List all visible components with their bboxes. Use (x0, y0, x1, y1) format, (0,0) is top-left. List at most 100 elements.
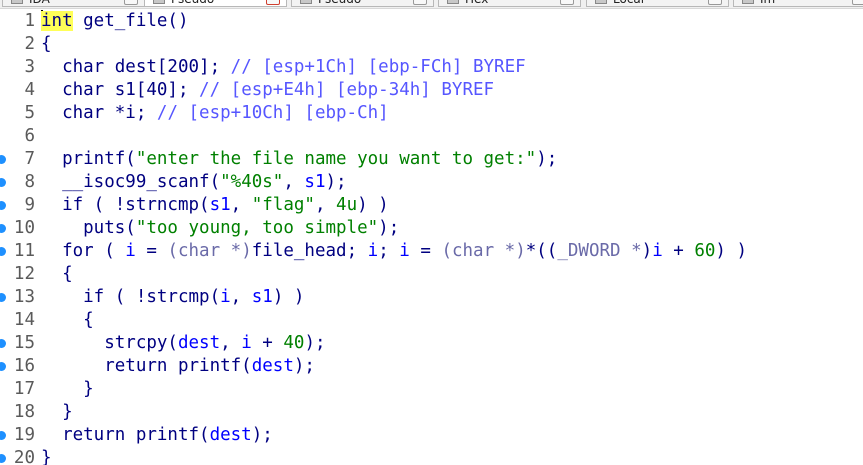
code-text[interactable]: char s1[40]; // [esp+E4h] [ebp-34h] BYRE… (41, 79, 494, 102)
code-text[interactable]: { (41, 309, 94, 332)
code-text[interactable]: strcpy(dest, i + 40); (41, 332, 326, 355)
code-line[interactable]: 8 __isoc99_scanf("%40s", s1); (0, 171, 863, 194)
code-text[interactable]: for ( i = (char *)file_head; i; i = (cha… (41, 240, 747, 263)
close-tab-button[interactable] (124, 0, 138, 5)
code-line[interactable]: 13 if ( !strcmp(i, s1) ) (0, 286, 863, 309)
code-text[interactable]: __isoc99_scanf("%40s", s1); (41, 171, 347, 194)
code-token: + (662, 241, 695, 261)
code-text[interactable]: return printf(dest); (41, 355, 315, 378)
type-cast: (char *) (167, 241, 252, 261)
pseudocode-editor[interactable]: 1 int get_file() 2{3 char dest[200]; // [e… (0, 8, 863, 465)
pseudocode-icon (300, 0, 312, 4)
code-line[interactable]: 19 return printf(dest); (0, 424, 863, 447)
code-line[interactable]: 3 char dest[200]; // [esp+1Ch] [ebp-FCh]… (0, 56, 863, 79)
code-line[interactable]: 7 printf("enter the file name you want t… (0, 148, 863, 171)
line-number: 15 (13, 333, 35, 353)
code-token: ); (536, 149, 558, 169)
highlighted-keyword: int (41, 11, 73, 31)
line-number: 4 (24, 80, 35, 100)
local-variable: s1 (304, 172, 326, 192)
string-literal: "flag" (251, 195, 315, 215)
string-literal: "too young, too simple" (135, 218, 379, 238)
code-text[interactable]: char dest[200]; // [esp+1Ch] [ebp-FCh] B… (41, 56, 526, 79)
tab-hex-3[interactable]: Hex (438, 0, 581, 7)
code-line[interactable]: 18 } (0, 401, 863, 424)
local-variable: i (367, 241, 379, 261)
code-line[interactable]: 16 return printf(dest); (0, 355, 863, 378)
code-token: return printf( (41, 425, 210, 445)
code-line[interactable]: 4 char s1[40]; // [esp+E4h] [ebp-34h] BY… (0, 79, 863, 102)
local-variable: i (241, 333, 252, 353)
code-token: puts( (41, 218, 136, 238)
code-token: char *i; (41, 103, 157, 123)
code-line[interactable]: 10 puts("too young, too simple"); (0, 217, 863, 240)
line-number: 3 (24, 57, 35, 77)
code-line[interactable]: 20} (0, 447, 863, 465)
close-tab-button[interactable] (413, 0, 427, 5)
close-tab-button[interactable] (560, 0, 574, 5)
code-text[interactable]: int get_file() (41, 10, 189, 33)
tab-ida-0[interactable]: IDA (2, 0, 145, 7)
code-token: ); (378, 218, 400, 238)
tab-label: Im (760, 0, 775, 6)
local-variable: s1 (209, 195, 231, 215)
code-text[interactable]: char *i; // [esp+10Ch] [ebp-Ch] (41, 102, 389, 125)
code-text[interactable]: { (41, 263, 73, 286)
string-literal: "enter the file name you want to get:" (135, 149, 537, 169)
type-cast: _DWORD * (557, 241, 642, 261)
code-line[interactable]: 15 strcpy(dest, i + 40); (0, 332, 863, 355)
code-text[interactable]: puts("too young, too simple"); (41, 217, 399, 240)
code-line[interactable]: 2{ (0, 33, 863, 56)
code-token: char dest[200]; (41, 57, 231, 77)
code-text[interactable]: } (41, 447, 52, 465)
line-number: 12 (13, 264, 35, 284)
tab-pseudo-2[interactable]: Pseudo (291, 0, 434, 7)
code-text[interactable]: } (41, 378, 94, 401)
code-token: get_file() (72, 11, 189, 31)
tab-local-4[interactable]: Local (586, 0, 729, 7)
tab-label: Pseudo (318, 0, 361, 6)
line-number: 2 (24, 34, 35, 54)
code-line[interactable]: 9 if ( !strncmp(s1, "flag", 4u) ) (0, 194, 863, 217)
close-tab-button[interactable] (852, 0, 863, 5)
code-text[interactable]: { (41, 33, 52, 56)
code-token: ); (251, 425, 273, 445)
code-line[interactable]: 5 char *i; // [esp+10Ch] [ebp-Ch] (0, 102, 863, 125)
line-number: 7 (24, 149, 35, 169)
local-variable: i (399, 241, 410, 261)
type-cast: (char *) (441, 241, 526, 261)
code-token: , (220, 333, 242, 353)
local-variable: dest (177, 333, 221, 353)
code-token: if ( !strncmp( (41, 195, 210, 215)
code-token: ); (304, 333, 326, 353)
code-text[interactable]: } (41, 401, 73, 424)
numeric-literal: 40 (283, 333, 305, 353)
code-line[interactable]: 11 for ( i = (char *)file_head; i; i = (… (0, 240, 863, 263)
close-tab-button[interactable] (708, 0, 722, 5)
code-line[interactable]: 6 (0, 125, 863, 148)
line-number: 1 (24, 11, 35, 31)
code-token: ); (293, 356, 315, 376)
tab-im-5[interactable]: Im (733, 0, 863, 7)
local-variable: s1 (251, 287, 273, 307)
code-token: return printf( (41, 356, 252, 376)
code-text[interactable]: return printf(dest); (41, 424, 273, 447)
code-line[interactable]: 14 { (0, 309, 863, 332)
close-tab-button[interactable] (266, 0, 280, 5)
code-comment: // [esp+E4h] [ebp-34h] BYREF (199, 80, 495, 100)
code-line[interactable]: 1 int get_file() (0, 10, 863, 33)
numeric-literal: 60 (694, 241, 716, 261)
code-line[interactable]: 17 } (0, 378, 863, 401)
code-token: = (135, 241, 168, 261)
code-text[interactable]: printf("enter the file name you want to … (41, 148, 557, 171)
code-token: { (41, 34, 52, 54)
line-number: 18 (13, 402, 35, 422)
local-variable: dest (251, 356, 294, 376)
code-text[interactable]: if ( !strcmp(i, s1) ) (41, 286, 304, 309)
code-line[interactable]: 12 { (0, 263, 863, 286)
tab-pseudo-1[interactable]: Pseudo (144, 0, 287, 7)
code-token: if ( !strcmp( (41, 287, 221, 307)
code-token: printf( (41, 149, 136, 169)
code-text[interactable]: if ( !strncmp(s1, "flag", 4u) ) (41, 194, 389, 217)
code-token: , (230, 195, 252, 215)
